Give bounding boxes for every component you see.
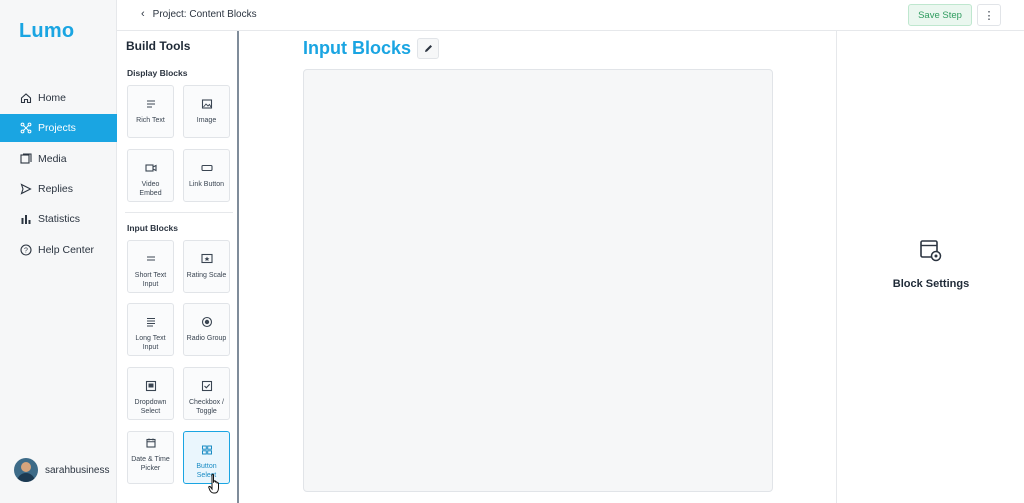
avatar	[14, 458, 38, 482]
block-settings-icon	[920, 240, 942, 262]
more-options-button[interactable]: ⋮	[977, 4, 1001, 26]
save-step-button[interactable]: Save Step	[908, 4, 972, 26]
pencil-icon	[424, 45, 432, 52]
tool-label: Rating Scale	[186, 272, 227, 279]
tool-label: Rich Text	[136, 117, 165, 124]
tool-label: Long Text Input	[135, 335, 166, 351]
tool-image[interactable]: Image	[183, 85, 230, 138]
user-name: sarahbusiness	[45, 464, 110, 476]
image-icon	[201, 98, 213, 110]
tool-video-embed[interactable]: Video Embed	[127, 149, 174, 202]
button-select-icon	[201, 444, 213, 456]
tool-radio-group[interactable]: Radio Group	[183, 303, 230, 356]
sidebar-item-label: Media	[38, 153, 67, 165]
edit-title-button[interactable]	[417, 38, 439, 59]
tool-rich-text[interactable]: Rich Text	[127, 85, 174, 138]
block-settings-panel: Block Settings	[836, 31, 1024, 503]
section-divider	[125, 212, 233, 213]
build-tools-panel: Build Tools Display Blocks Rich Text Ima…	[117, 31, 239, 503]
svg-text:?: ?	[24, 248, 28, 255]
sidebar-item-media[interactable]: Media	[0, 145, 117, 173]
calendar-icon	[145, 437, 157, 449]
user-profile[interactable]: sarahbusiness	[14, 458, 109, 482]
tool-label: Date & Time Picker	[131, 456, 170, 472]
sidebar-item-help-center[interactable]: ? Help Center	[0, 236, 117, 264]
input-blocks-heading: Input Blocks	[127, 223, 179, 233]
build-tools-title: Build Tools	[126, 39, 191, 53]
tool-long-text-input[interactable]: Long Text Input	[127, 303, 174, 356]
breadcrumb-label: Project: Content Blocks	[152, 8, 257, 20]
chevron-left-icon: ‹	[141, 8, 145, 20]
text-lines-icon	[145, 98, 157, 110]
sidebar-nav: Lumo Home Projects Media Replies Statist…	[0, 0, 117, 503]
tool-checkbox-toggle[interactable]: Checkbox / Toggle	[183, 367, 230, 420]
sidebar-item-label: Help Center	[38, 244, 95, 256]
sidebar-item-replies[interactable]: Replies	[0, 175, 117, 203]
mouse-cursor-icon	[208, 473, 219, 494]
sidebar-item-statistics[interactable]: Statistics	[0, 205, 117, 233]
home-icon	[20, 92, 32, 104]
top-bar: ‹ Project: Content Blocks Save Step ⋮	[117, 0, 1024, 31]
breadcrumb[interactable]: ‹ Project: Content Blocks	[141, 8, 257, 20]
dropdown-icon	[145, 380, 157, 392]
help-icon: ?	[20, 244, 32, 256]
sidebar-item-label: Projects	[38, 122, 76, 134]
block-settings-label: Block Settings	[892, 278, 970, 290]
projects-icon	[20, 122, 32, 134]
tool-short-text-input[interactable]: Short Text Input	[127, 240, 174, 293]
tool-date-time-picker[interactable]: Date & Time Picker	[127, 431, 174, 484]
checkbox-icon	[201, 380, 213, 392]
block-canvas[interactable]	[303, 69, 773, 492]
app-logo[interactable]: Lumo	[19, 20, 74, 43]
long-text-icon	[145, 316, 157, 328]
sidebar-item-label: Statistics	[38, 213, 81, 225]
tool-link-button[interactable]: Link Button	[183, 149, 230, 202]
tool-label: Link Button	[188, 181, 225, 188]
rating-icon	[200, 253, 213, 265]
display-blocks-heading: Display Blocks	[127, 68, 188, 78]
bar-chart-icon	[20, 213, 32, 225]
tool-label: Video Embed	[139, 181, 162, 197]
send-icon	[20, 183, 32, 195]
tool-dropdown-select[interactable]: Dropdown Select	[127, 367, 174, 420]
tool-label: Checkbox / Toggle	[188, 399, 225, 415]
app-root: Lumo Home Projects Media Replies Statist…	[0, 0, 1024, 503]
sidebar-item-home[interactable]: Home	[0, 84, 117, 112]
tool-label: Dropdown Select	[134, 399, 167, 415]
video-icon	[144, 162, 157, 174]
tool-label: Short Text Input	[134, 272, 167, 288]
tool-label: Radio Group	[186, 335, 227, 342]
media-icon	[20, 153, 32, 165]
radio-icon	[201, 316, 213, 328]
tool-label: Image	[196, 117, 217, 124]
sidebar-item-label: Replies	[38, 183, 74, 195]
sidebar-item-label: Home	[38, 92, 67, 104]
tool-rating-scale[interactable]: Rating Scale	[183, 240, 230, 293]
page-title: Input Blocks	[303, 38, 412, 58]
sidebar-item-projects[interactable]: Projects	[0, 114, 117, 142]
link-button-icon	[200, 162, 213, 174]
short-text-icon	[145, 253, 157, 265]
